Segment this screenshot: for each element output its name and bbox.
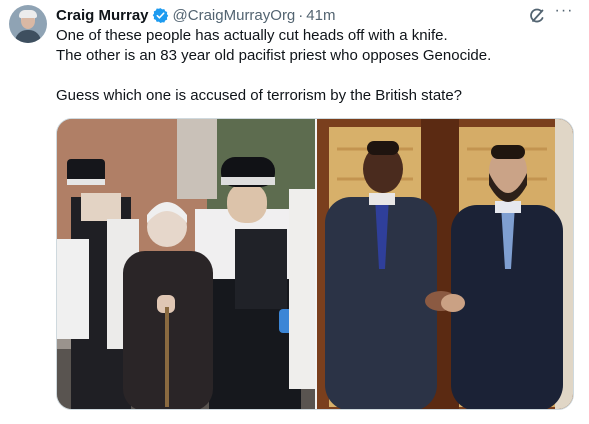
- author-name[interactable]: Craig Murray: [56, 7, 149, 24]
- tweet-media[interactable]: [56, 118, 574, 410]
- separator-dot: ·: [298, 6, 304, 24]
- tweet-line-2: The other is an 83 year old pacifist pri…: [56, 47, 492, 64]
- photo-handshake[interactable]: [317, 119, 573, 409]
- tweet-header: Craig Murray @CraigMurrayOrg · 41m: [56, 5, 335, 25]
- grok-icon[interactable]: [527, 6, 547, 26]
- more-icon[interactable]: ···: [554, 2, 574, 22]
- tweet-card[interactable]: Craig Murray @CraigMurrayOrg · 41m ··· O…: [0, 0, 589, 424]
- tweet-text: One of these people has actually cut hea…: [56, 26, 576, 106]
- photo-elderly-woman-with-police[interactable]: [57, 119, 315, 409]
- author-handle[interactable]: @CraigMurrayOrg: [173, 7, 296, 24]
- avatar-shoulders: [15, 30, 41, 43]
- avatar-hair: [19, 10, 37, 18]
- tweet-timestamp[interactable]: 41m: [306, 7, 335, 24]
- author-avatar[interactable]: [9, 5, 47, 43]
- tweet-line-4: Guess which one is accused of terrorism …: [56, 87, 463, 104]
- tweet-line-1: One of these people has actually cut hea…: [56, 27, 448, 44]
- verified-badge-icon[interactable]: [152, 7, 169, 24]
- tweet-line-break: [56, 66, 576, 86]
